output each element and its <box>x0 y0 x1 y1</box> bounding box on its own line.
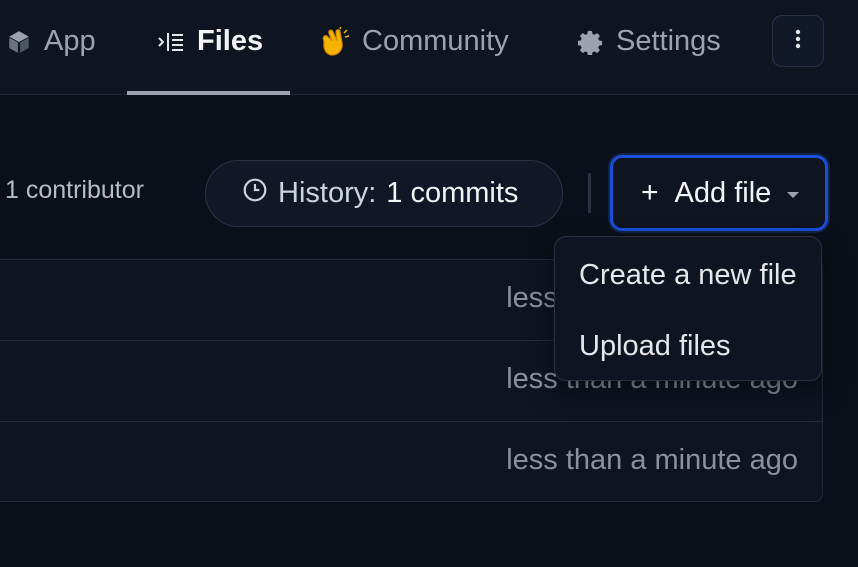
table-row[interactable]: less than a minute ago <box>0 422 822 503</box>
contributors-link[interactable]: 1 contributor <box>5 176 144 205</box>
history-commit-count: 1 commits <box>386 177 519 209</box>
plus-icon: + <box>641 176 659 209</box>
tab-settings[interactable]: Settings <box>578 0 721 95</box>
top-tab-bar: App Files Community Settings <box>0 0 858 95</box>
tab-app[interactable]: App <box>6 0 96 95</box>
gear-icon <box>578 29 604 55</box>
file-tree-icon <box>157 30 185 54</box>
tab-app-label: App <box>44 25 96 57</box>
add-file-button[interactable]: + Add file <box>610 155 828 231</box>
caret-down-icon <box>787 192 800 198</box>
menu-item-create-new-file[interactable]: Create a new file <box>579 259 797 292</box>
tab-files-label: Files <box>197 25 264 57</box>
add-file-label: Add file <box>674 176 772 209</box>
active-tab-indicator <box>127 91 290 95</box>
add-file-dropdown-menu: Create a new file Upload files <box>554 236 822 381</box>
tab-files[interactable]: Files <box>127 0 290 95</box>
toolbar-divider <box>588 173 591 213</box>
history-button[interactable]: History: 1 commits <box>205 160 563 227</box>
more-options-button[interactable] <box>772 15 824 67</box>
last-modified-time: less than a minute ago <box>506 444 798 476</box>
menu-item-upload-files[interactable]: Upload files <box>579 330 731 363</box>
tab-community[interactable]: Community <box>318 0 509 95</box>
history-label: History: <box>278 177 377 209</box>
cube-icon <box>6 29 32 55</box>
app-window: App Files Community Settings 1 contribut… <box>0 0 858 567</box>
tab-community-label: Community <box>362 25 509 57</box>
clock-icon <box>242 177 268 211</box>
tab-settings-label: Settings <box>616 25 721 57</box>
clapping-hands-icon <box>318 26 350 57</box>
vertical-ellipsis-icon <box>795 29 801 54</box>
